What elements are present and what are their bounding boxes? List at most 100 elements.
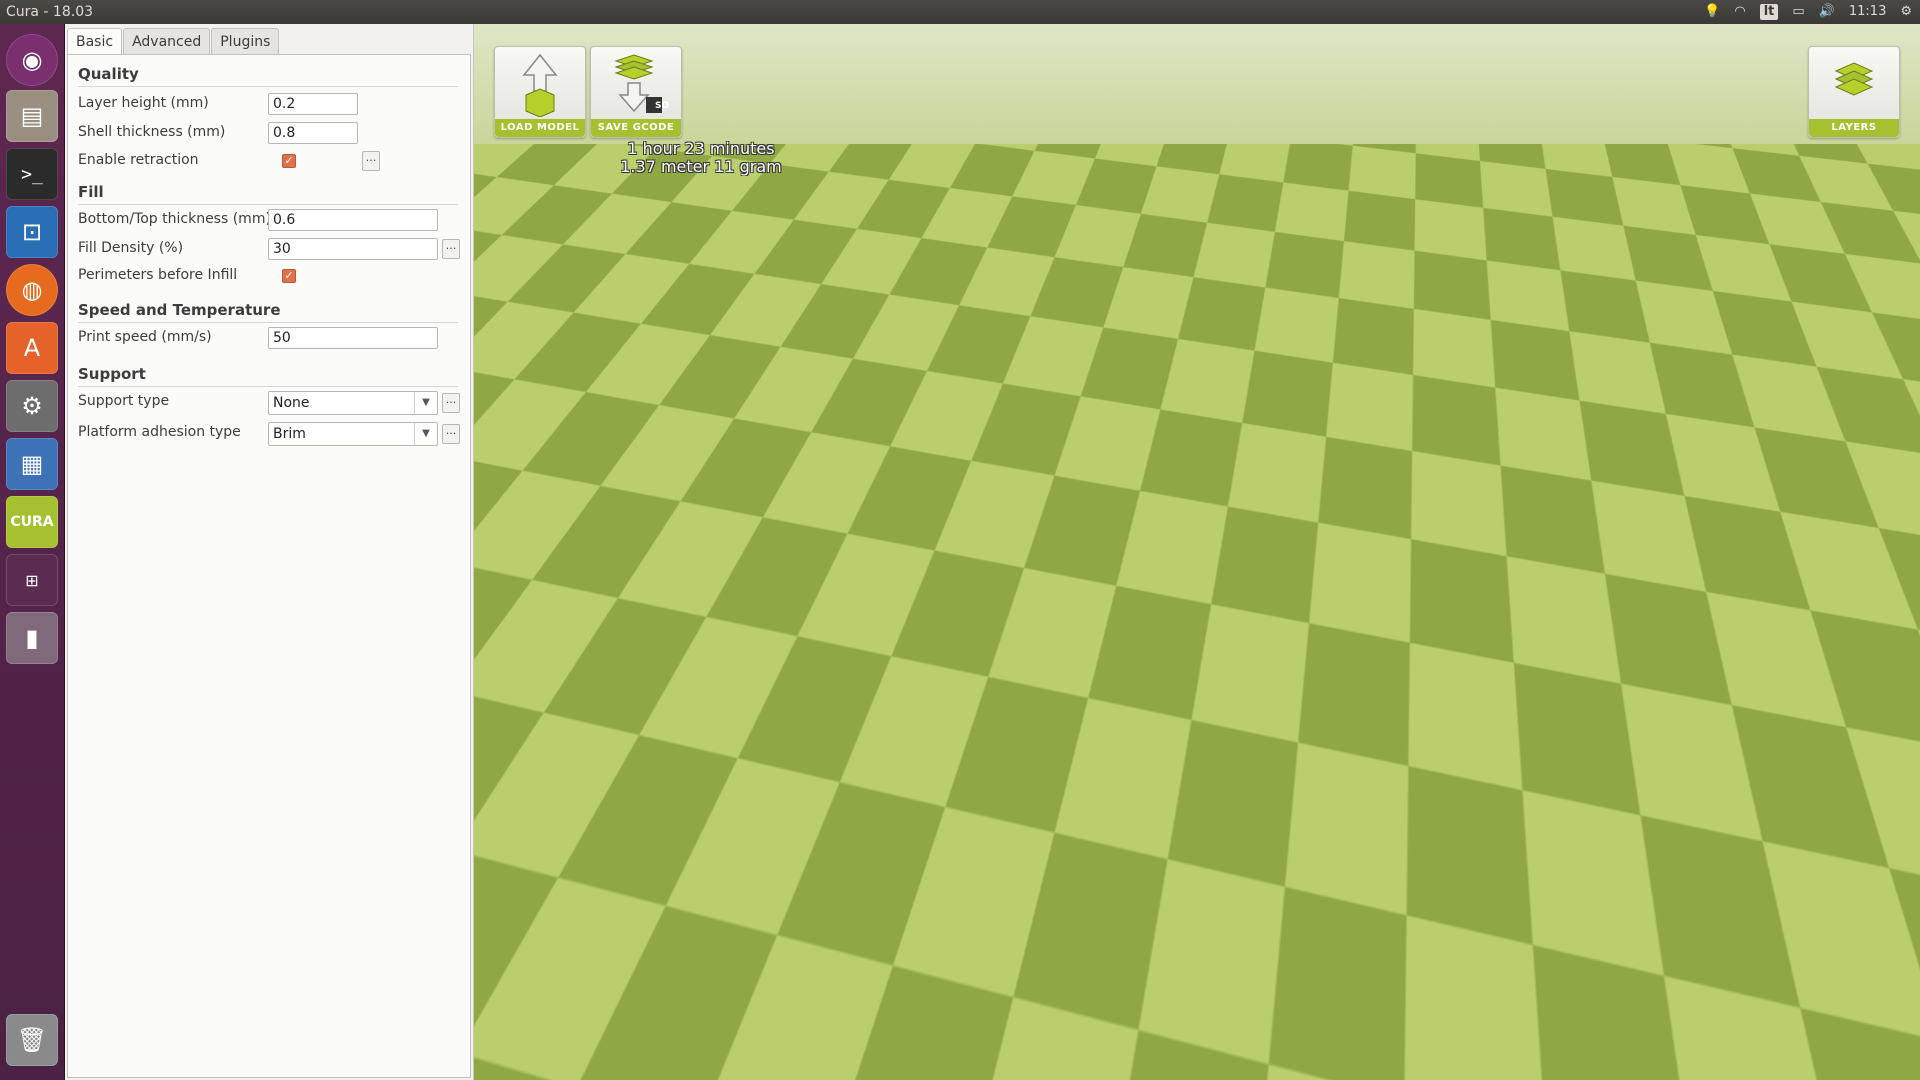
shell-thickness-label: Shell thickness (mm) bbox=[78, 124, 226, 140]
tab-basic[interactable]: Basic bbox=[67, 28, 123, 56]
rotate-globe-icon bbox=[513, 980, 567, 1034]
size-z-input[interactable]: 30.05 bbox=[825, 884, 907, 904]
gear-icon[interactable]: ⚙ bbox=[1900, 0, 1912, 24]
support-more-button[interactable]: ... bbox=[442, 393, 460, 413]
scale-x-input[interactable]: 10.0 bbox=[825, 770, 907, 790]
cup-stem bbox=[1138, 656, 1202, 682]
rotate-label: ROTATE bbox=[495, 1041, 585, 1059]
support-type-label: Support type bbox=[78, 393, 170, 409]
usb-drive-icon[interactable]: ▮ bbox=[6, 612, 58, 664]
layers-label: LAYERS bbox=[1809, 119, 1899, 137]
launcher: ◉ ▤ >_ ⊡ ◍ A ⚙ ▦ CURA ⊞ ▮ 🗑 bbox=[0, 24, 65, 1080]
layer-min-label: 1 bbox=[1826, 916, 1837, 935]
firefox-icon[interactable]: ◍ bbox=[6, 264, 58, 316]
save-gcode-button[interactable]: SD SAVE GCODE bbox=[590, 46, 682, 138]
fill-density-input[interactable]: 30 bbox=[268, 238, 438, 260]
bottom-top-thickness-input[interactable]: 0.6 bbox=[268, 209, 438, 231]
max-scale-button[interactable]: MAX bbox=[590, 737, 682, 829]
section-quality: Quality bbox=[78, 65, 458, 87]
reset-label: RESET bbox=[591, 926, 681, 944]
lock-icon[interactable]: ■ bbox=[857, 912, 869, 924]
ubuntu-dash-icon[interactable]: ◉ bbox=[6, 34, 58, 86]
platform-adhesion-select[interactable]: Brim ▼ bbox=[268, 422, 438, 446]
3d-viewport[interactable]: LOAD MODEL SD SAVE GCODE 1 hour 23 minut… bbox=[474, 24, 1920, 1080]
platform-adhesion-value: Brim bbox=[273, 426, 306, 442]
document-viewer-icon[interactable]: ▦ bbox=[6, 438, 58, 490]
mirror-icon bbox=[697, 992, 767, 1028]
horizon-sky bbox=[474, 24, 1920, 144]
print-time: 1 hour 23 minutes bbox=[627, 139, 775, 158]
trash-icon[interactable]: 🗑 bbox=[6, 1014, 58, 1066]
lightbulb-icon[interactable]: 💡 bbox=[1704, 0, 1720, 24]
battery-icon[interactable]: ▭ bbox=[1792, 0, 1804, 24]
basic-settings: Quality Layer height (mm) 0.2 Shell thic… bbox=[67, 54, 471, 1078]
arrow-left-icon bbox=[608, 870, 663, 914]
section-title: Quality bbox=[78, 65, 139, 83]
size-x-label: Size X (mm) bbox=[708, 838, 812, 858]
volume-icon[interactable]: 🔊 bbox=[1819, 0, 1835, 24]
load-arrow-icon bbox=[522, 53, 558, 117]
layer-height-input[interactable]: 0.2 bbox=[268, 93, 358, 115]
infill-pattern bbox=[1070, 492, 1270, 652]
wifi-icon[interactable]: ◠ bbox=[1734, 0, 1745, 24]
retraction-more-button[interactable]: ... bbox=[362, 151, 380, 171]
print-material: 1.37 meter 11 gram bbox=[620, 157, 782, 176]
layer-height-label: Layer height (mm) bbox=[78, 95, 209, 111]
scale-label: SCALE bbox=[591, 1041, 681, 1059]
terminal-icon[interactable]: >_ bbox=[6, 148, 58, 200]
chevron-down-icon: ▼ bbox=[414, 423, 437, 445]
enable-retraction-label: Enable retraction bbox=[78, 152, 199, 168]
system-settings-icon[interactable]: ⚙ bbox=[6, 380, 58, 432]
perimeters-before-infill-checkbox[interactable]: ✓ bbox=[282, 269, 296, 283]
scale-arrows-icon bbox=[601, 977, 671, 1032]
sd-card-badge: SD bbox=[655, 101, 669, 111]
adhesion-more-button[interactable]: ... bbox=[442, 424, 460, 444]
save-gcode-label: SAVE GCODE bbox=[591, 119, 681, 137]
clock[interactable]: 11:13 bbox=[1849, 0, 1886, 24]
scale-y-input[interactable]: 10.0 bbox=[825, 792, 907, 812]
model-preview[interactable] bbox=[1014, 434, 1314, 794]
load-model-button[interactable]: LOAD MODEL bbox=[494, 46, 586, 138]
tab-plugins[interactable]: Plugins bbox=[211, 28, 280, 55]
section-title: Fill bbox=[78, 183, 104, 201]
size-x-input[interactable]: 30.0 bbox=[825, 840, 907, 860]
print-speed-label: Print speed (mm/s) bbox=[78, 329, 212, 345]
scale-z-input[interactable]: 10.0 bbox=[825, 814, 907, 834]
mirror-button[interactable]: MIRROR bbox=[686, 968, 778, 1060]
layer-step-icon bbox=[1817, 943, 1873, 992]
scale-button[interactable]: SCALE bbox=[590, 968, 682, 1060]
workspace-switcher-icon[interactable]: ⊞ bbox=[6, 554, 58, 606]
layer-max-label: 150 bbox=[1804, 550, 1835, 569]
cura-icon[interactable]: CURA bbox=[6, 496, 58, 548]
shell-thickness-input[interactable]: 0.8 bbox=[268, 122, 358, 144]
chevron-down-icon: ▼ bbox=[414, 392, 437, 414]
section-fill: Fill bbox=[78, 183, 458, 205]
print-speed-input[interactable]: 50 bbox=[268, 327, 438, 349]
keyboard-layout-indicator[interactable]: lt bbox=[1759, 4, 1779, 20]
max-label: MAX bbox=[591, 810, 681, 828]
section-divider bbox=[78, 322, 458, 323]
support-type-select[interactable]: None ▼ bbox=[268, 391, 438, 415]
size-y-input[interactable]: 30.0 bbox=[825, 862, 907, 882]
enable-retraction-checkbox[interactable]: ✓ bbox=[282, 154, 296, 168]
tab-advanced[interactable]: Advanced bbox=[123, 28, 211, 55]
fill-density-label: Fill Density (%) bbox=[78, 240, 184, 256]
file-manager-icon[interactable]: ▤ bbox=[6, 90, 58, 142]
fill-more-button[interactable]: ... bbox=[442, 239, 460, 259]
reset-button[interactable]: RESET bbox=[590, 853, 682, 945]
layer-slider-track[interactable] bbox=[1835, 554, 1849, 952]
settings-tabs: Basic Advanced Plugins bbox=[67, 28, 280, 56]
section-speed: Speed and Temperature bbox=[78, 301, 458, 323]
platform-adhesion-label: Platform adhesion type bbox=[78, 424, 241, 440]
settings-panel: Basic Advanced Plugins Quality Layer hei… bbox=[65, 24, 474, 1080]
rotate-button[interactable]: ROTATE bbox=[494, 968, 586, 1060]
bottom-top-thickness-label: Bottom/Top thickness (mm) bbox=[78, 211, 271, 227]
layer-view-mode-button[interactable] bbox=[1810, 934, 1880, 1006]
scale-panel: Scale X 10.0 Scale Y 10.0 Scale Z 10.0 S… bbox=[688, 757, 926, 945]
software-center-icon[interactable]: A bbox=[6, 322, 58, 374]
window-title: Cura - 18.03 bbox=[6, 4, 94, 20]
app-frame-icon[interactable]: ⊡ bbox=[6, 206, 58, 258]
support-type-value: None bbox=[273, 395, 310, 411]
section-title: Support bbox=[78, 365, 146, 383]
layers-view-button[interactable]: LAYERS bbox=[1808, 46, 1900, 138]
